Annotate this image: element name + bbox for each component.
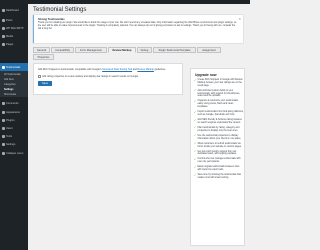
sidebar-item-dashboard[interactable]: Dashboard [0, 6, 28, 14]
submenu-shortcodes[interactable]: Shortcodes [4, 93, 16, 96]
feature-text: Use the testimonial properties to displa… [197, 134, 242, 140]
tab-form-management[interactable]: Form Management [75, 47, 107, 53]
checkmark-icon: ✓ [194, 89, 197, 93]
checkmark-icon: ✓ [194, 142, 197, 146]
list-item: ✓ Allow customers to submit testimonials … [194, 142, 244, 149]
close-icon[interactable]: ✕ [238, 17, 241, 21]
page-icon [2, 42, 5, 46]
submenu-add-new[interactable]: Add New [4, 78, 14, 81]
list-item: ✓ Create Rich Snippets in Google with Rev… [194, 79, 244, 88]
upgrade-title: Upgrade now [195, 73, 217, 77]
brush-icon [2, 110, 5, 114]
feature-text: Get top-notch priority support from our … [197, 150, 237, 156]
submenu-categories[interactable]: Categories [4, 83, 16, 86]
list-item: ✓ Get top-notch priority support from our… [194, 150, 244, 157]
list-item: ✓ Use the testimonial properties to displ… [194, 135, 244, 141]
tab-review-markup[interactable]: Review Markup [108, 47, 136, 53]
sidebar-item-pages[interactable]: Pages [0, 40, 28, 48]
plugin-notice: Strong Testimonials ✕ Thank you for inst… [33, 15, 243, 43]
feature-text: Add SEO-friendly & Schema rating feature… [197, 119, 242, 124]
checkmark-icon: ✓ [194, 118, 197, 122]
list-item: ✓ Organize & customize your testimonials … [194, 100, 244, 109]
sidebar-item-wp-mail-smtp[interactable]: WP Mail SMTP [0, 24, 28, 32]
sidebar-item-comments[interactable]: Comments [0, 99, 28, 107]
list-item: ✓ Add SEO-friendly & Schema rating featur… [194, 119, 244, 125]
checkmark-icon: ✓ [194, 126, 197, 130]
checkmark-icon: ✓ [194, 134, 197, 138]
checkmark-icon: ✓ [194, 157, 197, 161]
submenu-all-testimonials[interactable]: All Testimonials [4, 73, 20, 76]
mail-icon [2, 26, 5, 30]
review-markup-panel: Add Rich Snippets to testimonials, compa… [33, 63, 183, 95]
review-markup-description: Add Rich Snippets to testimonials, compa… [38, 68, 180, 71]
sidebar-item-tools[interactable]: Tools [0, 132, 28, 140]
tab-debug[interactable]: Debug [137, 47, 152, 53]
tab-properties[interactable]: Properties [33, 54, 54, 60]
collapse-icon [2, 151, 5, 155]
user-icon [2, 126, 5, 130]
notice-title: Strong Testimonials [38, 17, 65, 21]
testimonial-icon [2, 65, 5, 69]
list-item: ✓ Save time by showing the testimonials t… [194, 174, 244, 180]
dashboard-icon [2, 8, 5, 12]
checkmark-icon: ✓ [194, 150, 197, 154]
rating-properties-checkbox[interactable] [38, 75, 41, 78]
list-item: ✓ Control who can manage testimonials wit… [194, 158, 244, 164]
feature-text: Save time by showing the testimonials th… [197, 174, 241, 179]
sidebar-item-testimonials[interactable]: Testimonials [0, 63, 28, 71]
checkmark-icon: ✓ [194, 173, 197, 177]
checkmark-icon: ✓ [194, 78, 197, 82]
list-item: ✓ Add unlimited custom fields to your tes… [194, 90, 244, 99]
feature-text: Allow customers to submit testimonials v… [197, 142, 242, 148]
admin-sidebar: Dashboard Posts WP Mail SMTP Media Pages… [0, 0, 28, 250]
tab-single-testimonial-template[interactable]: Single Testimonial Template [153, 47, 196, 53]
sidebar-item-posts[interactable]: Posts [0, 16, 28, 24]
tab-compatibility[interactable]: Compatibility [51, 47, 74, 53]
page-title: Testimonial Settings [33, 7, 87, 13]
sidebar-item-media[interactable]: Media [0, 32, 28, 40]
feature-text: Organize & customize your testimonials e… [197, 100, 238, 109]
description-text: Add Rich Snippets to testimonials, compa… [38, 68, 103, 71]
sidebar-item-collapse[interactable]: Collapse menu [0, 149, 28, 157]
comment-icon [2, 101, 5, 105]
notice-text: Thank you for installing our plugin. We … [38, 22, 237, 30]
sidebar-item-plugins[interactable]: Plugins [0, 116, 28, 124]
checkmark-icon: ✓ [194, 165, 197, 169]
list-item: ✓ Filter testimonials by rating, category… [194, 127, 244, 133]
upgrade-feature-list: ✓ Create Rich Snippets in Google with Rev… [194, 79, 244, 182]
feature-text: Create Rich Snippets in Google with Revi… [197, 79, 243, 87]
list-item: ✓ Import testimonials from third-party pl… [194, 111, 244, 117]
admin-bar [0, 0, 250, 4]
plugin-icon [2, 118, 5, 122]
checkmark-icon: ✓ [194, 110, 197, 114]
list-item: ✓ Easily migrate testimonials between sit… [194, 166, 244, 172]
feature-text: Control who can manage testimonials with… [197, 158, 241, 164]
checkmark-icon: ✓ [194, 99, 197, 103]
structured-data-link[interactable]: Structured Data Testing Tool [102, 68, 132, 71]
pin-icon [2, 18, 5, 22]
rating-properties-label: Add rating properties to review markup a… [42, 75, 139, 78]
feature-text: Import testimonials from third-party pla… [197, 111, 244, 116]
description-text: guidelines. [153, 68, 166, 71]
wrench-icon [2, 134, 5, 138]
sidebar-item-appearance[interactable]: Appearance [0, 108, 28, 116]
sidebar-item-settings[interactable]: Settings [0, 140, 28, 148]
testimonials-submenu: All Testimonials Add New Categories Sett… [0, 71, 28, 97]
tab-general[interactable]: General [33, 47, 50, 53]
feature-text: Easily migrate testimonials between site… [197, 166, 240, 172]
feature-text: Add unlimited custom fields to your test… [197, 89, 241, 98]
feature-text: Filter testimonials by rating, category … [197, 126, 240, 132]
review-markup-link[interactable]: Review Markup [137, 68, 153, 71]
settings-icon [2, 142, 5, 146]
sidebar-item-users[interactable]: Users [0, 124, 28, 132]
save-button[interactable]: Save [38, 81, 52, 86]
upgrade-panel: Upgrade now ✓ Create Rich Snippets in Goo… [190, 68, 245, 246]
media-icon [2, 34, 5, 38]
tab-assignment[interactable]: Assignment [197, 47, 221, 53]
submenu-settings[interactable]: Settings [4, 88, 13, 91]
